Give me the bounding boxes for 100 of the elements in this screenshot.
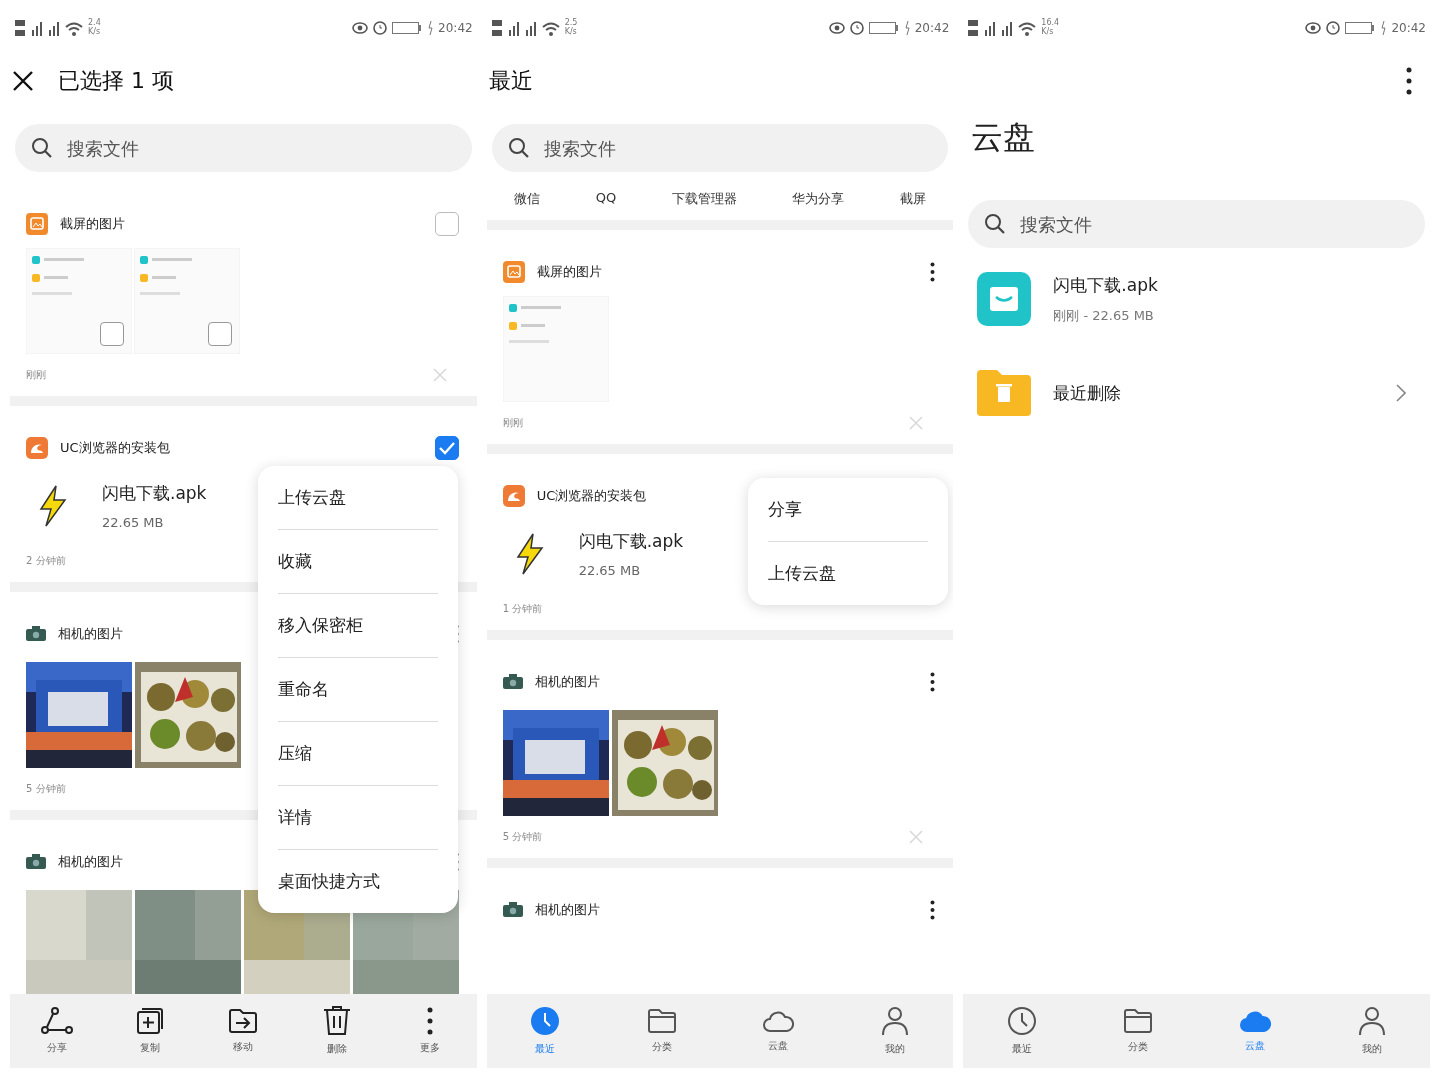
search-field[interactable]: 搜索文件 <box>968 200 1425 248</box>
camera-icon <box>502 674 523 690</box>
charging-icon <box>903 21 910 35</box>
close-icon[interactable] <box>12 70 34 92</box>
source-tab[interactable]: 华为分享 <box>792 190 845 208</box>
file-details: 刚刚 - 22.65 MB <box>1053 306 1155 325</box>
source-tab[interactable]: QQ <box>595 190 617 208</box>
file-row[interactable]: 最近删除 <box>963 356 1430 446</box>
nav-item[interactable]: 我的 <box>869 1006 920 1056</box>
folder-arrow-icon <box>228 1008 259 1034</box>
more-icon[interactable] <box>930 900 936 920</box>
menu-item[interactable]: 详情 <box>278 786 438 850</box>
battery-icon <box>392 22 423 34</box>
nav-item[interactable]: 我的 <box>1346 1006 1397 1056</box>
time-label: 1 分钟前 <box>502 602 543 616</box>
checkbox[interactable] <box>100 322 124 346</box>
screenshot-thumbnail[interactable] <box>134 248 240 354</box>
source-tab[interactable]: 截屏 <box>899 190 926 208</box>
signal-icon <box>31 20 43 36</box>
nav-item[interactable]: 云盘 <box>1229 1009 1280 1053</box>
menu-item[interactable]: 上传云盘 <box>278 466 438 530</box>
clock-time: 20:42 <box>1391 21 1426 35</box>
share-icon <box>40 1007 73 1035</box>
person-icon <box>1357 1006 1386 1036</box>
nav-item[interactable]: 最近 <box>520 1006 570 1056</box>
nav-item[interactable]: 更多 <box>404 1007 455 1055</box>
battery-icon <box>868 22 899 34</box>
page-title: 已选择 1 项 <box>58 67 174 95</box>
screenshot-thumbnail[interactable] <box>26 248 132 354</box>
app-icon <box>502 485 525 507</box>
group-title: UC浏览器的安装包 <box>536 487 647 505</box>
signal-icon <box>1001 20 1014 36</box>
group-title: 相机的图片 <box>58 625 123 643</box>
menu-item[interactable]: 收藏 <box>278 530 438 594</box>
nav-item[interactable]: 最近 <box>996 1006 1047 1056</box>
source-tab[interactable]: 下载管理器 <box>671 190 737 208</box>
file-size: 22.65 MB <box>102 515 165 530</box>
person-icon <box>880 1006 909 1036</box>
file-size: 22.65 MB <box>578 563 642 578</box>
search-field[interactable]: 搜索文件 <box>491 124 949 172</box>
group-title: 截屏的图片 <box>60 215 125 233</box>
hd-icon <box>490 18 503 38</box>
trash-folder-icon <box>977 370 1032 416</box>
nav-item[interactable]: 分类 <box>636 1008 687 1054</box>
hd-icon <box>967 18 980 38</box>
menu-item[interactable]: 重命名 <box>278 658 438 722</box>
hd-icon <box>14 18 26 38</box>
file-row[interactable]: 闪电下载.apk 刚刚 - 22.65 MB <box>963 258 1430 356</box>
nav-item[interactable]: 分类 <box>1113 1008 1164 1054</box>
gallery-icon <box>502 261 525 283</box>
wifi-icon <box>541 20 560 36</box>
nav-item[interactable]: 删除 <box>311 1006 362 1056</box>
gallery-icon <box>26 213 48 235</box>
menu-item[interactable]: 桌面快捷方式 <box>278 850 438 913</box>
nav-item[interactable]: 复制 <box>125 1007 175 1055</box>
menu-item[interactable]: 上传云盘 <box>767 542 928 605</box>
file-name: 闪电下载.apk <box>102 482 207 505</box>
signal-icon <box>507 20 520 36</box>
cloud-icon <box>1238 1009 1271 1033</box>
clock-time: 20:42 <box>438 21 473 35</box>
more-icon[interactable] <box>930 262 936 282</box>
clock-icon <box>1006 1006 1037 1036</box>
nav-item[interactable]: 云盘 <box>753 1009 804 1053</box>
signal-icon <box>48 20 60 36</box>
folder-icon <box>646 1008 677 1034</box>
battery-icon <box>1345 22 1376 34</box>
wifi-icon <box>65 20 83 36</box>
search-icon <box>31 137 53 159</box>
clock-icon <box>530 1006 560 1036</box>
network-speed: 16.4 K/s <box>1041 19 1060 37</box>
network-speed: 2.5 K/s <box>564 19 578 37</box>
search-icon <box>984 213 1007 235</box>
alarm-icon <box>1326 21 1341 35</box>
menu-item[interactable]: 分享 <box>767 478 928 542</box>
nav-item[interactable]: 移动 <box>218 1008 269 1054</box>
checkmark-icon <box>437 441 456 455</box>
camera-icon <box>26 626 46 642</box>
checkbox[interactable] <box>208 322 232 346</box>
menu-item[interactable]: 压缩 <box>278 722 438 786</box>
copy-icon <box>136 1007 164 1035</box>
checkbox[interactable] <box>434 436 459 460</box>
source-tab[interactable]: 微信 <box>514 190 541 208</box>
more-icon[interactable] <box>930 672 936 692</box>
nav-item[interactable]: 分享 <box>31 1007 82 1055</box>
search-field[interactable]: 搜索文件 <box>15 124 472 172</box>
camera-icon <box>26 854 46 870</box>
more-icon[interactable] <box>1406 67 1412 95</box>
checkbox[interactable] <box>434 212 459 236</box>
cloud-icon <box>762 1009 795 1033</box>
screenshot-thumbnail[interactable] <box>502 296 609 402</box>
file-name: 闪电下载.apk <box>1053 273 1158 297</box>
charging-icon <box>1380 21 1387 35</box>
menu-item[interactable]: 移入保密柜 <box>278 594 438 658</box>
app-icon <box>26 437 48 459</box>
shopping-bag-icon <box>977 272 1032 326</box>
group-title: 截屏的图片 <box>536 263 602 281</box>
camera-icon <box>502 902 523 918</box>
signal-icon <box>984 20 997 36</box>
alarm-icon <box>849 21 864 35</box>
time-label: 5 分钟前 <box>26 782 66 796</box>
